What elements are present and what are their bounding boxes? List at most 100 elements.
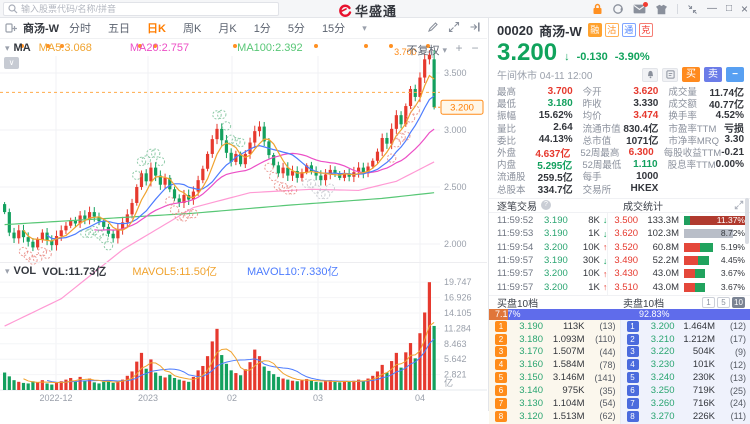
ask-broker-count: (25)	[719, 386, 746, 396]
trade-stats-list[interactable]: 3.500133.3M11.37%3.620102.3M8.72%3.52060…	[607, 213, 750, 295]
depth-button-5[interactable]: 5	[717, 297, 730, 308]
dist-bar: 3.67%	[684, 269, 746, 278]
expand-stats-icon[interactable]	[734, 200, 744, 210]
dist-row[interactable]: 3.51043.0M3.67%	[614, 281, 746, 294]
dist-bar: 4.45%	[684, 256, 746, 265]
stock-tab-icon[interactable]	[5, 22, 17, 34]
trade-price: 3.190	[544, 255, 578, 266]
tab-日K[interactable]: 日K	[147, 20, 166, 36]
dist-row[interactable]: 3.49052.2M4.45%	[614, 254, 746, 267]
buy-button[interactable]: 买	[682, 67, 700, 82]
tab-5分[interactable]: 5分	[288, 20, 305, 36]
vol-legend-title: VOL	[14, 265, 37, 277]
bid-levels[interactable]: 13.190113K(13)23.1801.093M(110)33.1701.5…	[489, 320, 620, 424]
lock-icon[interactable]	[592, 3, 603, 15]
dist-bar-sell	[684, 269, 695, 278]
search-icon	[8, 4, 18, 14]
ask-row[interactable]: 73.260716K(24)	[621, 397, 750, 410]
vol-collapse-caret-icon[interactable]: ▾	[5, 266, 10, 277]
ask-row[interactable]: 63.250719K(25)	[621, 384, 750, 397]
ask-depth-title: 卖盘10档	[623, 295, 664, 310]
ask-row[interactable]: 43.230101K(12)	[621, 358, 750, 371]
sell-button[interactable]: 卖	[704, 67, 722, 82]
support-icon[interactable]	[612, 3, 624, 15]
price-alert-button[interactable]	[642, 68, 658, 82]
dist-row[interactable]: 3.500133.3M11.37%	[614, 214, 746, 227]
tick-trades-list[interactable]: 11:59:523.1908K↓11:59:533.1901K↓11:59:54…	[489, 213, 607, 295]
remove-watchlist-button[interactable]: −	[726, 67, 744, 82]
more-periods-caret-icon[interactable]: ▾	[362, 23, 367, 34]
bid-row[interactable]: 23.1801.093M(110)	[489, 333, 620, 346]
ask-broker-count: (12)	[719, 321, 746, 331]
ask-levels[interactable]: 13.2001.464M(12)23.2101.212M(17)33.22050…	[620, 320, 750, 424]
tick-trades-title[interactable]: 逐笔交易	[497, 198, 537, 213]
chart-pane: 商汤-W 分时五日日K周K月K1分5分15分 ▾ ▾ MA MA5:3.068 …	[0, 18, 487, 411]
dist-volume: 60.8M	[653, 242, 679, 253]
restore-layout-icon[interactable]	[687, 4, 698, 15]
dist-bar-sell	[684, 243, 700, 252]
stat-value: 3.330	[633, 98, 658, 109]
adjust-mode-dropdown[interactable]: 不复权 ▾	[406, 42, 447, 58]
ma-collapse-caret-icon[interactable]: ▾	[5, 43, 10, 54]
tab-1分[interactable]: 1分	[254, 20, 271, 36]
trade-row[interactable]: 11:59:573.19030K↓	[497, 254, 607, 267]
bid-row[interactable]: 83.1201.513M(62)	[489, 410, 620, 423]
fullscreen-icon[interactable]	[448, 21, 460, 33]
tab-周K[interactable]: 周K	[183, 20, 201, 36]
dist-row[interactable]: 3.620102.3M8.72%	[614, 227, 746, 240]
ask-row[interactable]: 23.2101.212M(17)	[621, 333, 750, 346]
trade-stats-title[interactable]: 成交统计	[623, 198, 663, 213]
tab-分时[interactable]: 分时	[69, 20, 91, 36]
help-icon[interactable]: ?	[541, 200, 551, 210]
dist-bar-sell	[684, 256, 698, 265]
ask-price: 3.240	[643, 372, 675, 383]
minimize-button[interactable]: —	[707, 0, 717, 18]
trade-volume: 1K	[588, 228, 603, 239]
close-button[interactable]: ×	[741, 0, 748, 18]
bid-row[interactable]: 73.1301.104M(54)	[489, 397, 620, 410]
search-input[interactable]	[21, 4, 274, 14]
dock-panel-icon[interactable]	[469, 21, 481, 33]
depth-button-1[interactable]: 1	[702, 297, 715, 308]
zoom-out-button[interactable]: −	[469, 41, 481, 55]
draw-tool-icon[interactable]	[427, 21, 439, 33]
ask-row[interactable]: 33.220504K(9)	[621, 345, 750, 358]
trade-time: 11:59:57	[497, 282, 544, 293]
indicator-collapse-chip[interactable]: ∨	[4, 57, 19, 69]
section-bar: 逐笔交易 ? 成交统计	[489, 198, 750, 213]
dist-row[interactable]: 3.43043.0M3.67%	[614, 267, 746, 280]
tab-五日[interactable]: 五日	[108, 20, 130, 36]
ask-row[interactable]: 13.2001.464M(12)	[621, 320, 750, 333]
stock-badge-融: 融	[588, 23, 602, 37]
trade-row[interactable]: 11:59:543.20010K↑	[497, 240, 607, 253]
tab-月K[interactable]: 月K	[218, 20, 236, 36]
dist-row[interactable]: 3.52060.8M5.19%	[614, 240, 746, 253]
tab-15分[interactable]: 15分	[322, 20, 345, 36]
trade-row[interactable]: 11:59:523.1908K↓	[497, 214, 607, 227]
trade-row[interactable]: 11:59:573.2001K↑	[497, 281, 607, 294]
stat-cell: 交易所HKEX	[583, 182, 669, 196]
bid-price: 3.120	[511, 411, 543, 422]
level-badge: 8	[627, 411, 639, 422]
bid-row[interactable]: 53.1503.146M(141)	[489, 371, 620, 384]
stat-value: 334.7亿	[538, 181, 573, 196]
panel-scrollbar[interactable]	[745, 198, 749, 244]
trade-row[interactable]: 11:59:533.1901K↓	[497, 227, 607, 240]
theme-skin-icon[interactable]	[655, 4, 668, 15]
stock-code: 00020	[497, 23, 533, 38]
depth-button-10[interactable]: 10	[732, 297, 745, 308]
ask-row[interactable]: 53.240230K(13)	[621, 371, 750, 384]
bid-row[interactable]: 63.140975K(35)	[489, 384, 620, 397]
notes-button[interactable]	[662, 68, 678, 82]
current-price: 3.200	[497, 40, 557, 66]
trade-row[interactable]: 11:59:573.20010K↑	[497, 267, 607, 280]
maximize-button[interactable]: □	[726, 0, 732, 18]
ask-row[interactable]: 83.270226K(11)	[621, 410, 750, 423]
bid-row[interactable]: 43.1601.584M(78)	[489, 358, 620, 371]
zoom-in-button[interactable]: +	[453, 41, 465, 55]
level-badge: 4	[495, 359, 507, 370]
bid-row[interactable]: 33.1701.507M(44)	[489, 345, 620, 358]
bid-row[interactable]: 13.190113K(13)	[489, 320, 620, 333]
ask-price: 3.270	[643, 411, 675, 422]
stock-search[interactable]	[3, 2, 279, 16]
